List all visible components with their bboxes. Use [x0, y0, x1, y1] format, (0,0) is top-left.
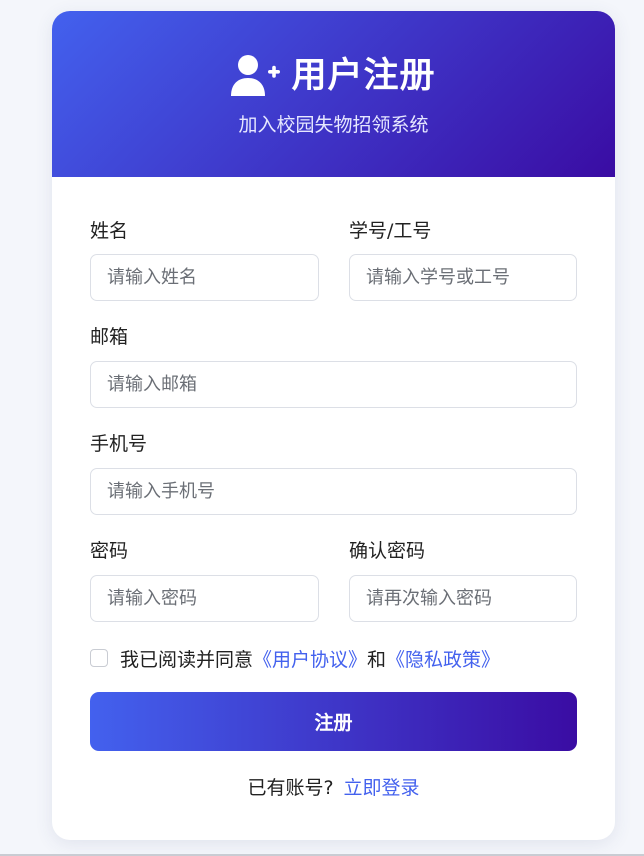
email-label: 邮箱: [90, 326, 129, 348]
agreement-and: 和: [367, 648, 387, 671]
user-plus-icon: [231, 55, 281, 96]
login-link[interactable]: 立即登录: [344, 777, 420, 799]
terms-link[interactable]: 《用户协议》: [253, 645, 367, 672]
page-subtitle: 加入校园失物招领系统: [238, 114, 429, 136]
login-prompt: 已有账号? 立即登录: [52, 775, 615, 801]
student-id-label: 学号/工号: [349, 220, 432, 242]
register-card: 用户注册 加入校园失物招领系统 姓名 学号/工号 邮箱 手机号 密码 确认密码 …: [52, 11, 615, 840]
agreement-checkbox[interactable]: [90, 649, 108, 667]
password-input[interactable]: [90, 575, 319, 622]
has-account-text: 已有账号?: [247, 777, 334, 799]
confirm-password-label: 确认密码: [349, 540, 426, 562]
name-input[interactable]: [90, 254, 319, 301]
card-header: 用户注册 加入校园失物招领系统: [52, 11, 615, 177]
privacy-link[interactable]: 《隐私政策》: [386, 645, 500, 672]
email-input[interactable]: [90, 361, 577, 408]
agreement-text: 我已阅读并同意: [120, 648, 254, 671]
password-label: 密码: [90, 540, 129, 562]
phone-input[interactable]: [90, 468, 577, 515]
page-title: 用户注册: [291, 56, 436, 96]
name-label: 姓名: [90, 220, 129, 242]
title-row: 用户注册: [52, 51, 615, 101]
agreement-row: 我已阅读并同意 《用户协议》 和 《隐私政策》: [90, 645, 500, 671]
confirm-password-input[interactable]: [349, 575, 577, 622]
student-id-input[interactable]: [349, 254, 577, 301]
register-button[interactable]: 注册: [90, 692, 577, 751]
phone-label: 手机号: [90, 433, 148, 455]
